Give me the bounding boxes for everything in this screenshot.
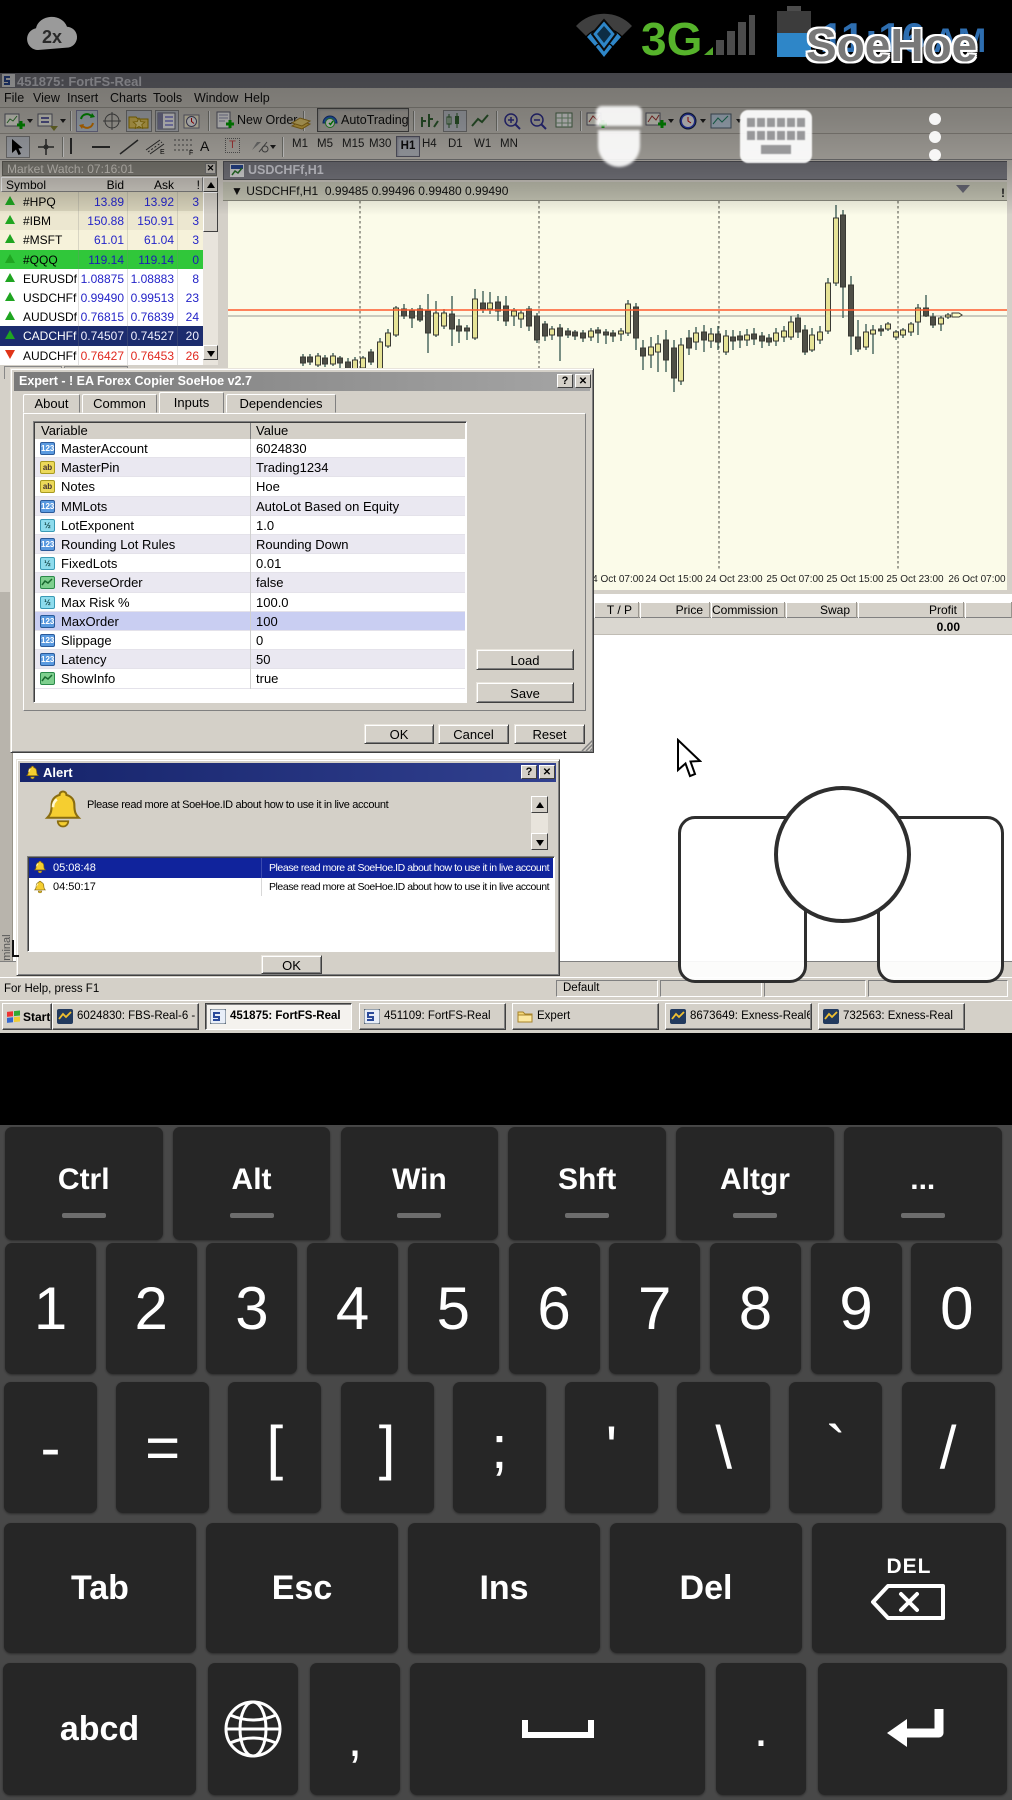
svg-text:F: F — [189, 150, 193, 156]
svg-text:E: E — [160, 149, 165, 156]
svg-text:2x: 2x — [42, 27, 62, 47]
